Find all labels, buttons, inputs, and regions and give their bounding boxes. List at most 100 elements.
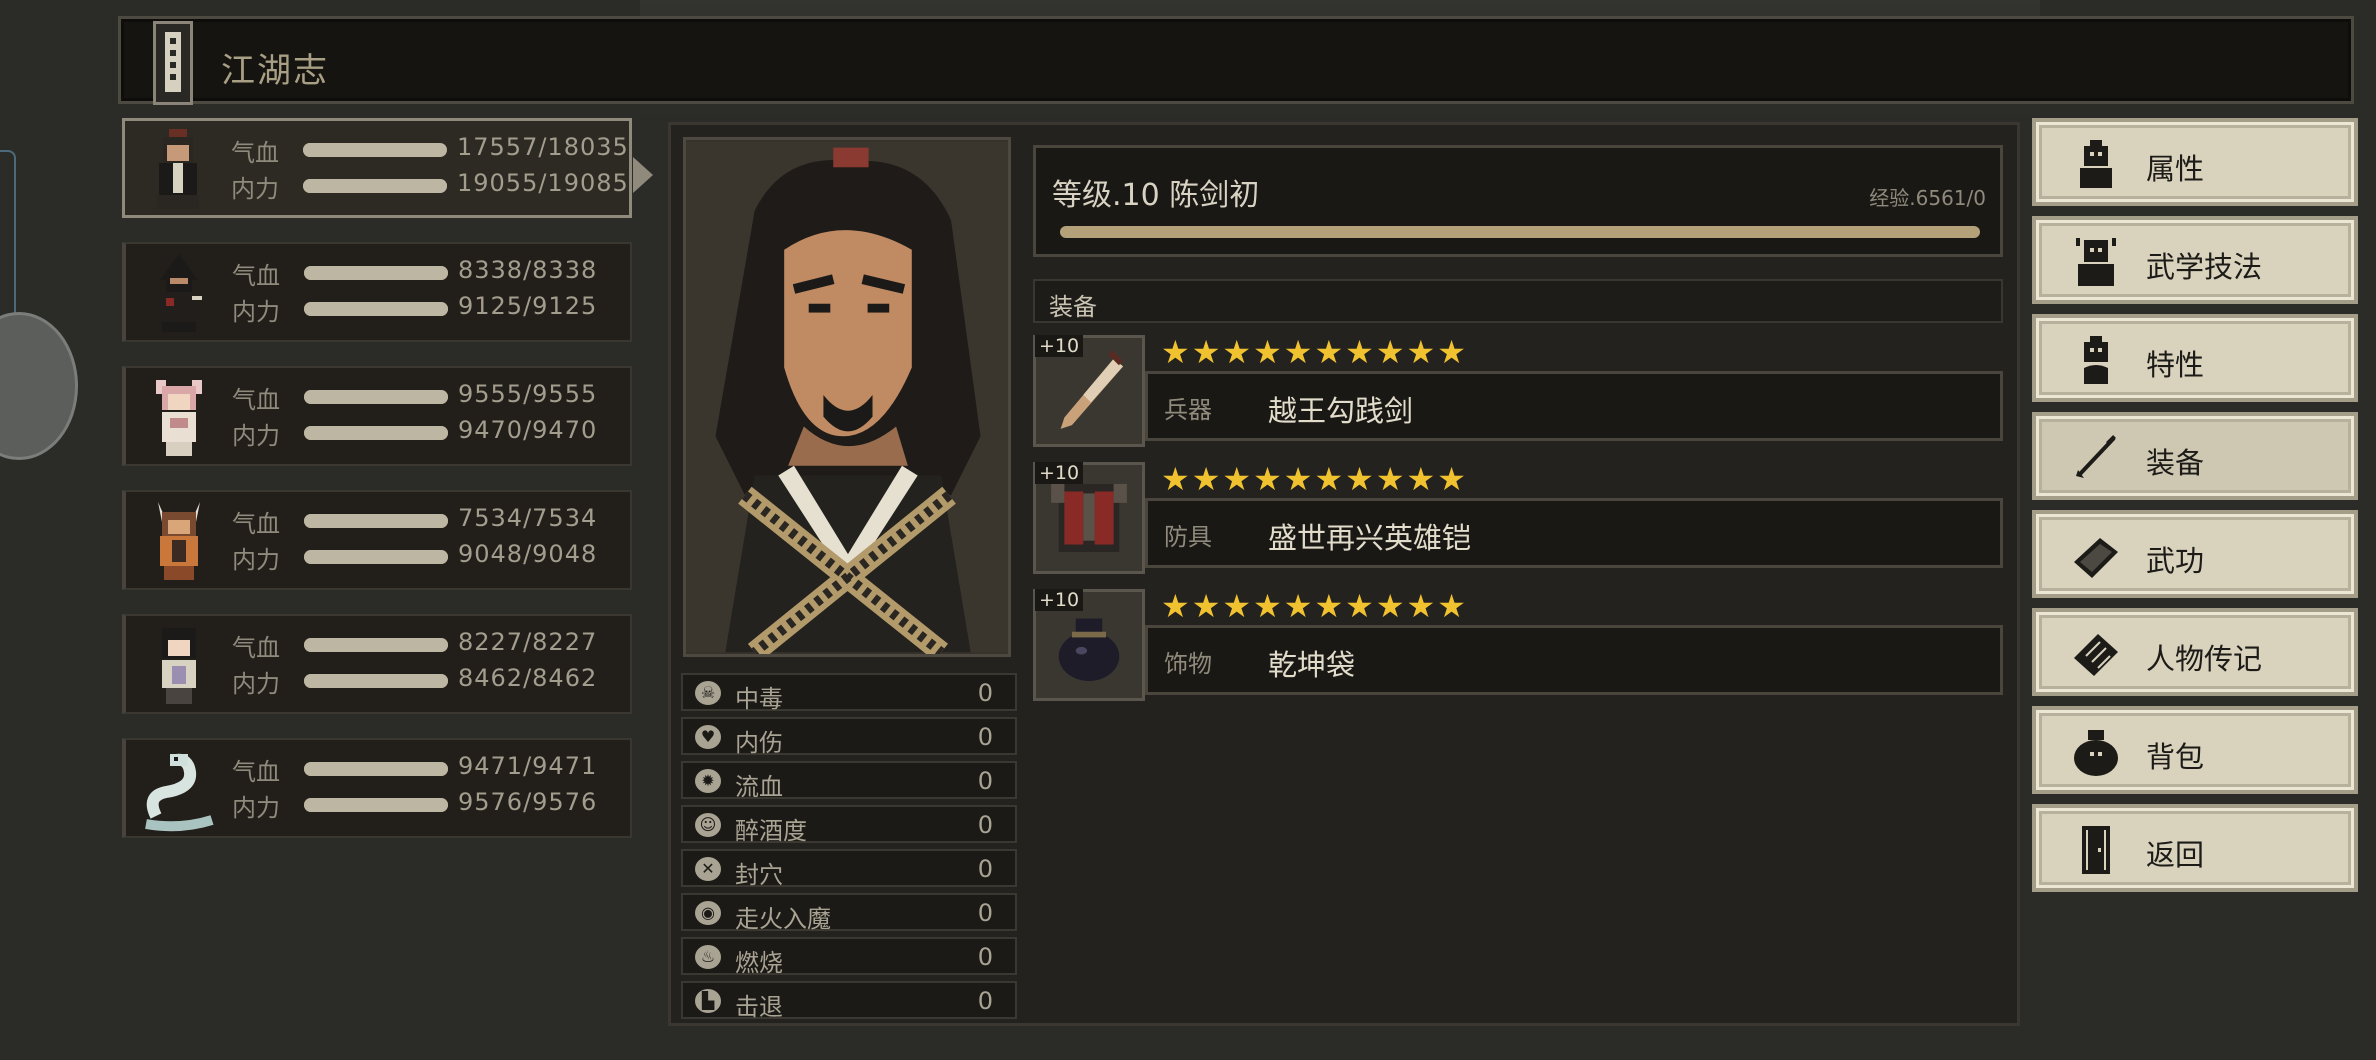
equip-armor[interactable]: +10 ★★★★★★★★★★ 防具 盛世再兴英雄铠	[1033, 462, 2003, 576]
status-label: 醉酒度	[735, 817, 807, 845]
status-label: 击退	[735, 993, 783, 1021]
status-value: 0	[977, 767, 993, 795]
hp-label: 气血	[231, 139, 279, 167]
equip-name: 乾坤袋	[1268, 648, 1356, 682]
status-value: 0	[977, 855, 993, 883]
snake-avatar	[145, 753, 214, 832]
mp-bar	[304, 798, 448, 812]
mp-label: 内力	[232, 670, 280, 698]
skills-icon	[2076, 238, 2116, 286]
status-drunk: ☺ 醉酒度 0	[681, 805, 1017, 845]
menu-label: 武学技法	[2146, 250, 2263, 284]
title-bar: 江湖志	[118, 16, 2354, 105]
hp-label: 气血	[232, 386, 280, 414]
hp-label: 气血	[232, 510, 280, 538]
party-member-6[interactable]: 气血 9471/9471 内力 9576/9576	[122, 738, 632, 838]
hp-bar	[304, 762, 448, 776]
menu-label: 装备	[2146, 446, 2205, 480]
menu-equipment-button[interactable]: 装备	[2032, 412, 2358, 500]
character-portrait	[683, 137, 1011, 657]
star-rating: ★★★★★★★★★★	[1161, 460, 1468, 498]
hp-value: 17557/18035	[457, 133, 629, 161]
trait-icon	[2084, 336, 2108, 384]
enhance-level: +10	[1035, 462, 1084, 484]
hp-bar	[304, 638, 448, 652]
mp-bar	[304, 302, 448, 316]
equip-accessory[interactable]: +10 ★★★★★★★★★★ 饰物 乾坤袋	[1033, 589, 2003, 703]
hp-row: 气血 17557/18035	[231, 133, 631, 167]
mp-bar	[304, 674, 448, 688]
mp-label: 内力	[232, 794, 280, 822]
mp-value: 9470/9470	[458, 416, 598, 444]
hp-label: 气血	[232, 634, 280, 662]
hp-bar	[304, 514, 448, 528]
level-box: 等级.10 陈剑初 经验.6561/0	[1033, 145, 2003, 257]
scroll-banner-icon	[153, 21, 193, 105]
mp-value: 19055/19085	[457, 169, 629, 197]
equip-weapon[interactable]: +10 ★★★★★★★★★★ 兵器 越王勾践剑	[1033, 335, 2003, 449]
menu-attributes-button[interactable]: 属性	[2032, 118, 2358, 206]
status-label: 走火入魔	[735, 905, 831, 933]
broken-heart-icon: ♥	[695, 725, 721, 749]
status-value: 0	[977, 987, 993, 1015]
party-member-4[interactable]: 气血 7534/7534 内力 9048/9048	[122, 490, 632, 590]
bag-icon	[2074, 730, 2118, 776]
hp-bar	[303, 143, 447, 157]
menu-return-button[interactable]: 返回	[2032, 804, 2358, 892]
status-label: 燃烧	[735, 949, 783, 977]
sword-icon	[2076, 435, 2116, 478]
hp-value: 8338/8338	[458, 256, 598, 284]
mp-bar	[304, 426, 448, 440]
status-value: 0	[977, 679, 993, 707]
status-label: 中毒	[735, 685, 783, 713]
equip-type-label: 饰物	[1164, 650, 1212, 678]
status-value: 0	[977, 899, 993, 927]
star-rating: ★★★★★★★★★★	[1161, 333, 1468, 371]
menu-label: 属性	[2146, 152, 2205, 186]
menu-label: 特性	[2146, 348, 2205, 382]
status-value: 0	[977, 811, 993, 839]
menu-biography-button[interactable]: 人物传记	[2032, 608, 2358, 696]
demon-icon: ◉	[695, 901, 721, 925]
weapon-slot[interactable]: 兵器 越王勾践剑	[1145, 371, 2003, 441]
mp-row: 内力 9125/9125	[232, 292, 632, 326]
mp-row: 内力 9048/9048	[232, 540, 632, 574]
mp-value: 8462/8462	[458, 664, 598, 692]
equip-type-label: 防具	[1164, 523, 1212, 551]
enhance-level: +10	[1035, 589, 1084, 611]
mp-row: 内力 19055/19085	[231, 169, 631, 203]
boot-icon: ▙	[695, 989, 721, 1013]
hp-row: 气血 8227/8227	[232, 628, 632, 662]
party-member-3[interactable]: 气血 9555/9555 内力 9470/9470	[122, 366, 632, 466]
menu-martial-techniques-button[interactable]: 武学技法	[2032, 216, 2358, 304]
accessory-slot[interactable]: 饰物 乾坤袋	[1145, 625, 2003, 695]
status-burning: ♨ 燃烧 0	[681, 937, 1017, 977]
party-member-2[interactable]: 气血 8338/8338 内力 9125/9125	[122, 242, 632, 342]
ninja-avatar	[160, 254, 202, 332]
mp-label: 内力	[232, 422, 280, 450]
hp-value: 9555/9555	[458, 380, 598, 408]
menu-martial-arts-button[interactable]: 武功	[2032, 510, 2358, 598]
equip-type-label: 兵器	[1164, 396, 1212, 424]
hp-bar	[304, 390, 448, 404]
gamepad-overlay-icon[interactable]	[0, 312, 78, 460]
mp-bar	[304, 550, 448, 564]
party-member-5[interactable]: 气血 8227/8227 内力 8462/8462	[122, 614, 632, 714]
hp-bar	[304, 266, 448, 280]
mp-bar	[303, 179, 447, 193]
status-label: 流血	[735, 773, 783, 801]
armor-slot[interactable]: 防具 盛世再兴英雄铠	[1145, 498, 2003, 568]
hp-row: 气血 8338/8338	[232, 256, 632, 290]
exp-bar	[1060, 226, 1980, 238]
status-qi-deviation: ◉ 走火入魔 0	[681, 893, 1017, 933]
mp-label: 内力	[232, 298, 280, 326]
menu-backpack-button[interactable]: 背包	[2032, 706, 2358, 794]
equipment-header-label: 装备	[1049, 293, 1097, 321]
party-member-1[interactable]: 气血 17557/18035 内力 19055/19085	[122, 118, 653, 218]
level-name: 等级.10 陈剑初	[1052, 178, 1260, 213]
mp-value: 9048/9048	[458, 540, 598, 568]
menu-traits-button[interactable]: 特性	[2032, 314, 2358, 402]
mp-row: 内力 9576/9576	[232, 788, 632, 822]
book-icon	[2074, 538, 2118, 578]
drunk-icon: ☺	[695, 813, 721, 837]
